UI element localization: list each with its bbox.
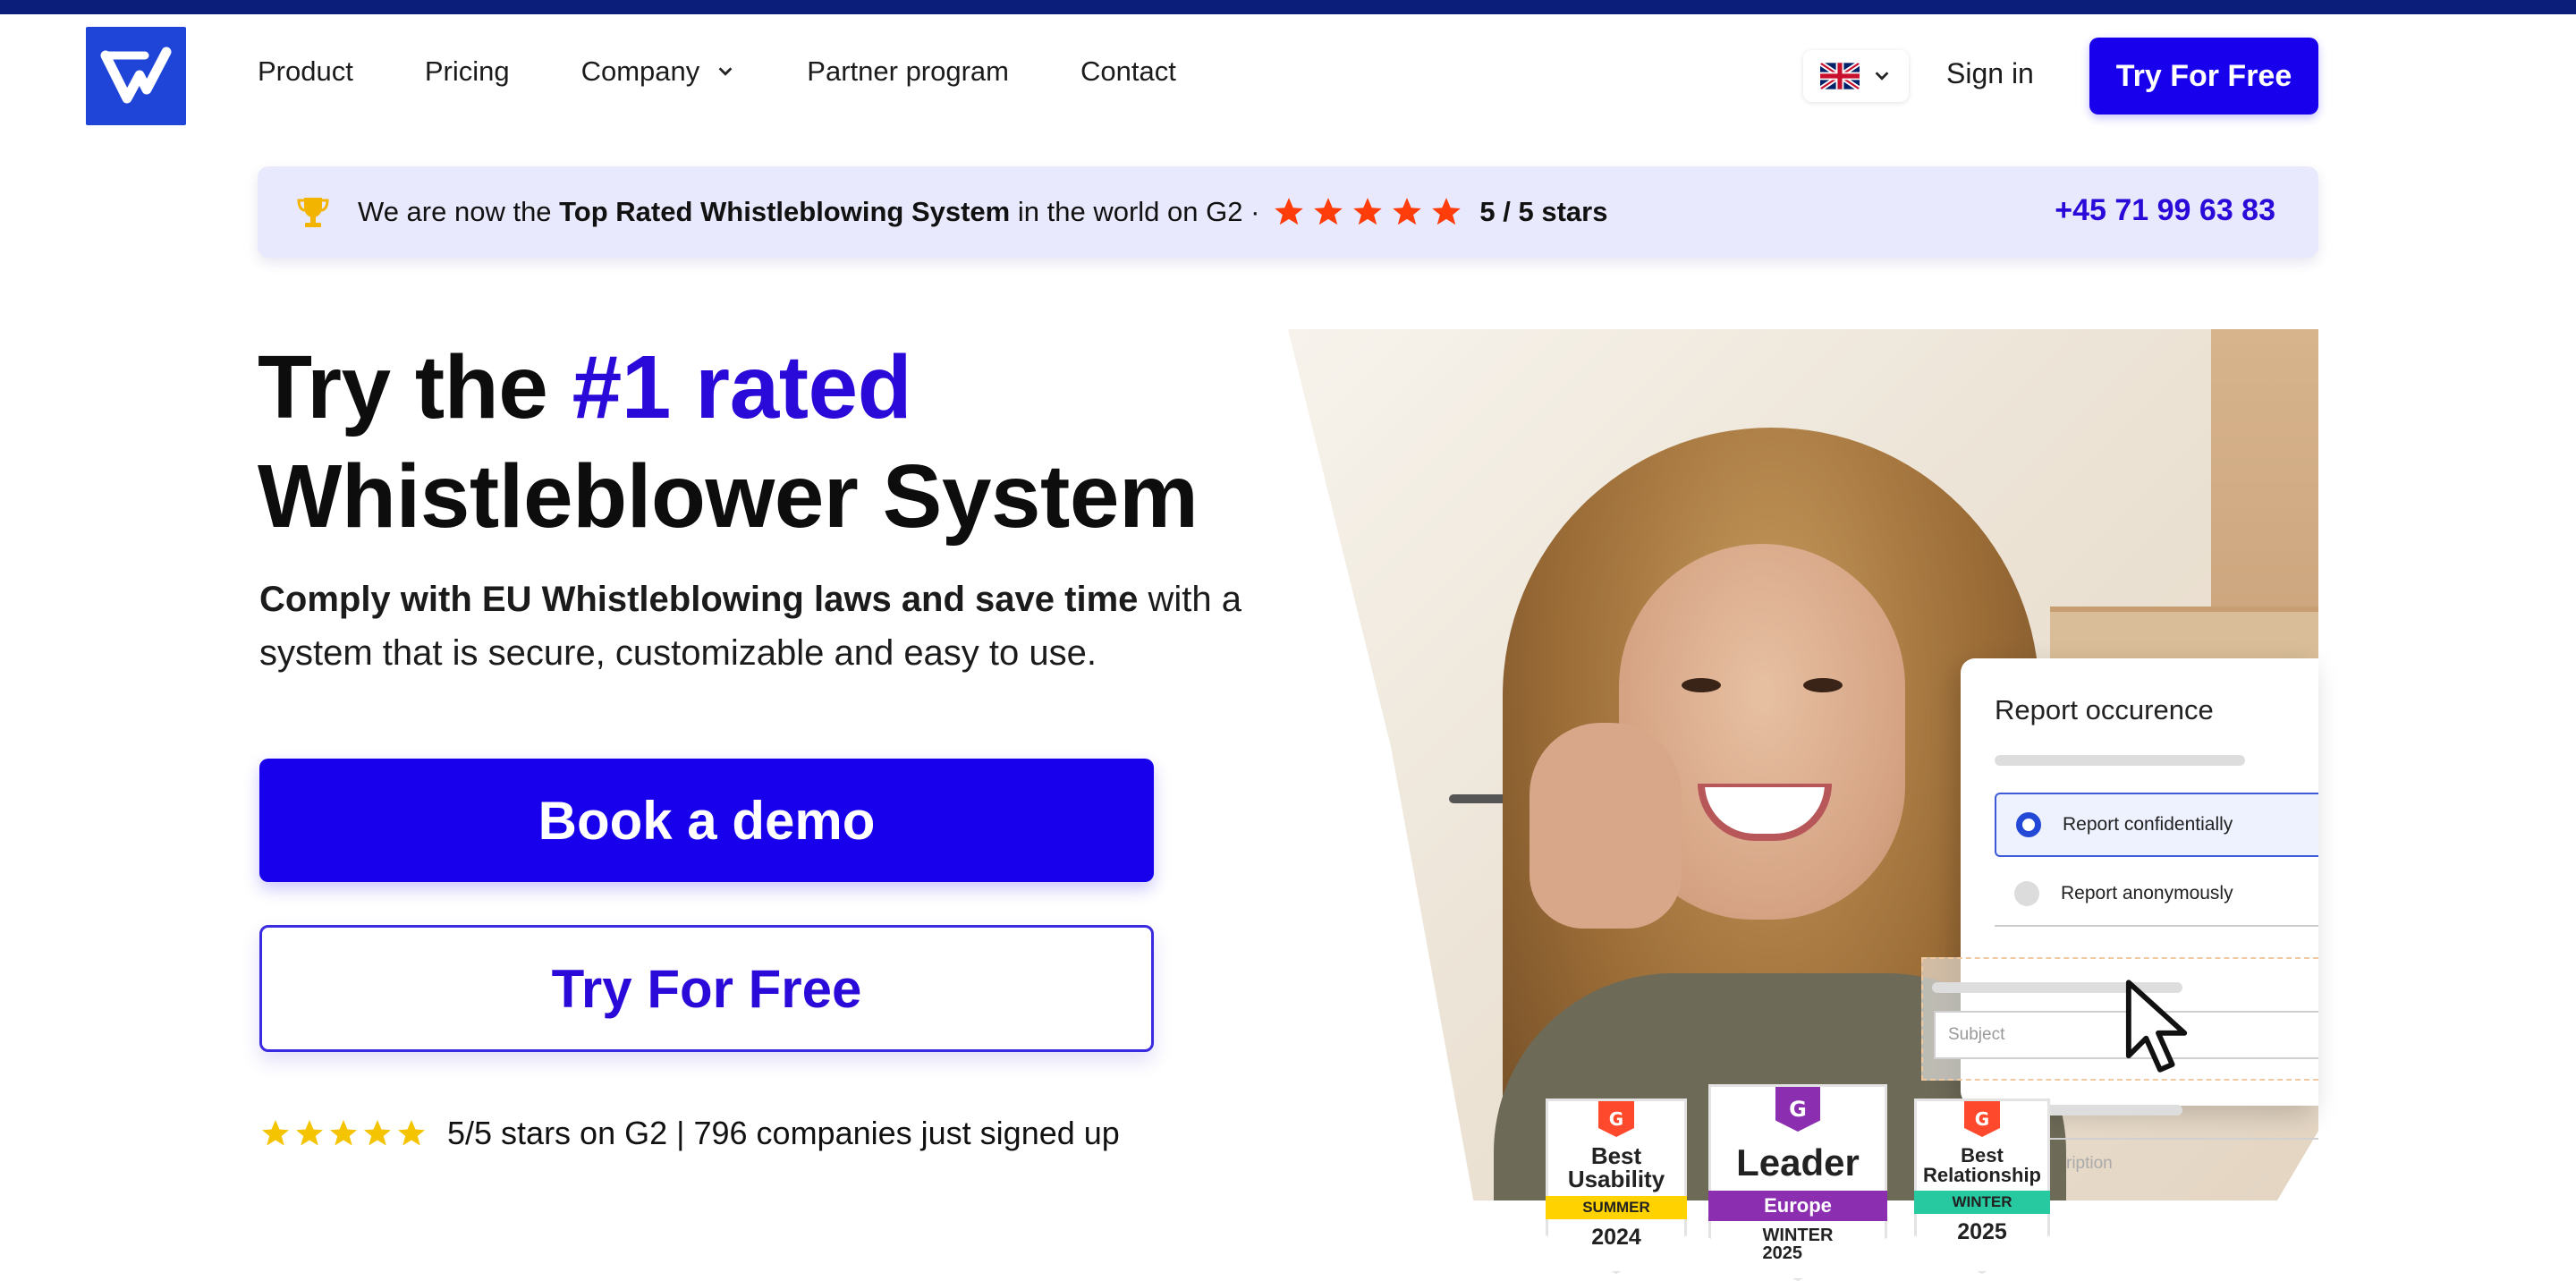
star-icon [262,1120,289,1146]
announcement-bar: We are now the Top Rated Whistleblowing … [258,166,2318,258]
try-free-button[interactable]: Try For Free [259,925,1154,1052]
badge-shield: G Leader Europe WINTER 2025 [1708,1084,1887,1281]
nav-company[interactable]: Company [581,55,736,88]
star-icon [1353,198,1383,225]
badge-year: 2024 [1591,1225,1641,1250]
person-eye [1803,678,1843,692]
nav-contact[interactable]: Contact [1080,55,1176,88]
report-anonymously-option[interactable]: Report anonymously [1995,862,2318,927]
nav-partner-program[interactable]: Partner program [807,55,1009,88]
announcement-prefix: We are now the [358,196,552,227]
g2-badge-leader: G Leader Europe WINTER 2025 [1708,1084,1887,1281]
badge-title-line2: Relationship [1922,1164,2041,1186]
sign-in-link[interactable]: Sign in [1946,57,2034,90]
hero-title-accent: #1 rated [572,337,912,437]
badge-shield: G Best Usability SUMMER 2024 [1546,1099,1687,1274]
uk-flag-icon [1820,63,1860,89]
chevron-down-icon [718,67,733,76]
hero-title-part2: Whistleblower System [258,446,1199,547]
trophy-icon [297,198,329,227]
announcement-text: We are now the Top Rated Whistleblowing … [358,196,1259,228]
badge-ribbon: SUMMER [1546,1196,1687,1219]
star-icon [1393,198,1422,225]
star-icon [330,1120,357,1146]
main-nav: Product Pricing Company Partner program … [258,55,1248,88]
badge-title: Best Usability [1568,1144,1665,1191]
hero-title-part1: Try the [258,337,572,437]
announcement-highlight: Top Rated Whistleblowing System [559,196,1011,227]
badge-year: 2025 [1957,1219,2007,1244]
g2-rating-text: 5/5 stars on G2 | 796 companies just sig… [447,1115,1120,1151]
g2-badge-best-relationship: G Best Relationship WINTER 2025 [1914,1099,2050,1274]
nav-company-label: Company [580,55,700,87]
top-accent-bar [0,0,2576,14]
g2-logo-icon: G [1775,1087,1820,1132]
logo-mark-icon [100,47,172,104]
badge-year-line1: WINTER [1762,1226,1834,1245]
person-smile [1698,784,1832,841]
star-icon [364,1120,391,1146]
badge-shield: G Best Relationship WINTER 2025 [1914,1099,2050,1274]
placeholder-line [1995,755,2245,766]
star-icon [1314,198,1343,225]
badge-year-line2: 2025 [1762,1243,1803,1263]
chevron-down-icon [1875,72,1889,81]
announcement-suffix: in the world on G2 · [1017,196,1260,227]
badge-ribbon: Europe [1708,1191,1887,1221]
nav-product[interactable]: Product [258,55,353,88]
hero-subtitle: Comply with EU Whistleblowing laws and s… [259,573,1243,680]
language-selector[interactable] [1803,50,1909,102]
option-label: Report anonymously [2061,883,2233,903]
star-icon [1275,198,1304,225]
g2-rating-line: 5/5 stars on G2 | 796 companies just sig… [259,1115,1120,1152]
try-free-header-button[interactable]: Try For Free [2089,38,2318,115]
g2-logo-icon: G [1964,1101,2000,1137]
person-eye [1682,678,1721,692]
rating-stars [1272,195,1463,229]
phone-link[interactable]: +45 71 99 63 83 [2055,193,2275,228]
option-label: Report confidentially [2063,814,2233,835]
hero-subtitle-bold: Comply with EU Whistleblowing laws and s… [259,580,1139,619]
badge-title-line2: Usability [1567,1166,1665,1192]
star-icon [398,1120,425,1146]
book-demo-button[interactable]: Book a demo [259,759,1154,882]
g2-badge-best-usability: G Best Usability SUMMER 2024 [1546,1099,1687,1274]
nav-pricing[interactable]: Pricing [425,55,510,88]
badge-ribbon: WINTER [1914,1191,2050,1214]
radio-unselected-icon [2014,881,2039,906]
gold-stars [259,1117,428,1150]
mouse-cursor-icon [2125,980,2188,1073]
badge-title: Leader [1736,1141,1860,1183]
badge-title: Best Relationship [1923,1146,2041,1185]
g2-logo-icon: G [1598,1101,1634,1137]
report-card-title: Report occurence [1995,694,2214,725]
star-icon [296,1120,323,1146]
person-hand [1530,723,1682,929]
star-icon [1432,198,1462,225]
brand-logo[interactable] [86,27,186,125]
rating-text: 5 / 5 stars [1479,196,1608,227]
badge-year: WINTER 2025 [1763,1226,1834,1262]
radio-selected-icon [2016,812,2041,837]
report-confidentially-option[interactable]: Report confidentially [1995,793,2318,857]
hero-title: Try the #1 rated Whistleblower System [258,333,1199,551]
